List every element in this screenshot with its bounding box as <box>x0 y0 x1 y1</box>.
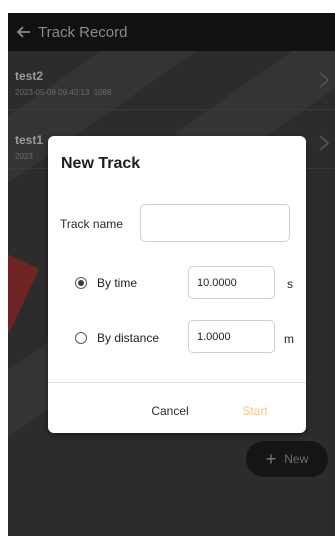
page-title: Track Record <box>38 23 128 41</box>
dialog-title: New Track <box>61 155 141 172</box>
record-meta: 2023 <box>15 152 33 161</box>
background-accent <box>8 253 40 333</box>
list-item[interactable]: test2 2023-05-08 09:43:13 1088 <box>8 51 335 110</box>
by-distance-option[interactable]: By distance <box>75 331 159 345</box>
by-time-radio[interactable] <box>75 277 87 289</box>
dialog-divider <box>48 382 306 383</box>
time-unit: s <box>287 277 293 291</box>
new-track-button[interactable]: + New <box>246 441 328 477</box>
record-meta: 2023-05-08 09:43:13 1088 <box>15 88 112 97</box>
by-time-option[interactable]: By time <box>75 276 137 290</box>
new-track-dialog: New Track Track name By time s By distan… <box>48 136 306 433</box>
arrow-left-icon[interactable] <box>14 22 34 42</box>
record-name: test2 <box>15 69 44 83</box>
by-time-label: By time <box>97 276 138 290</box>
radio-selected-dot <box>78 280 84 286</box>
cancel-button[interactable]: Cancel <box>140 401 200 421</box>
record-name: test1 <box>15 133 44 147</box>
chevron-right-icon <box>317 71 331 89</box>
top-bar: Track Record <box>8 13 335 51</box>
distance-interval-input[interactable] <box>188 320 275 353</box>
track-name-input[interactable] <box>140 204 290 242</box>
chevron-right-icon <box>317 134 331 152</box>
new-button-label: New <box>284 452 309 466</box>
distance-unit: m <box>284 332 294 346</box>
by-distance-radio[interactable] <box>75 332 87 344</box>
by-distance-label: By distance <box>97 331 160 345</box>
track-name-label: Track name <box>60 217 123 231</box>
time-interval-input[interactable] <box>188 266 275 299</box>
plus-icon: + <box>265 448 277 469</box>
start-button[interactable]: Start <box>230 401 280 421</box>
